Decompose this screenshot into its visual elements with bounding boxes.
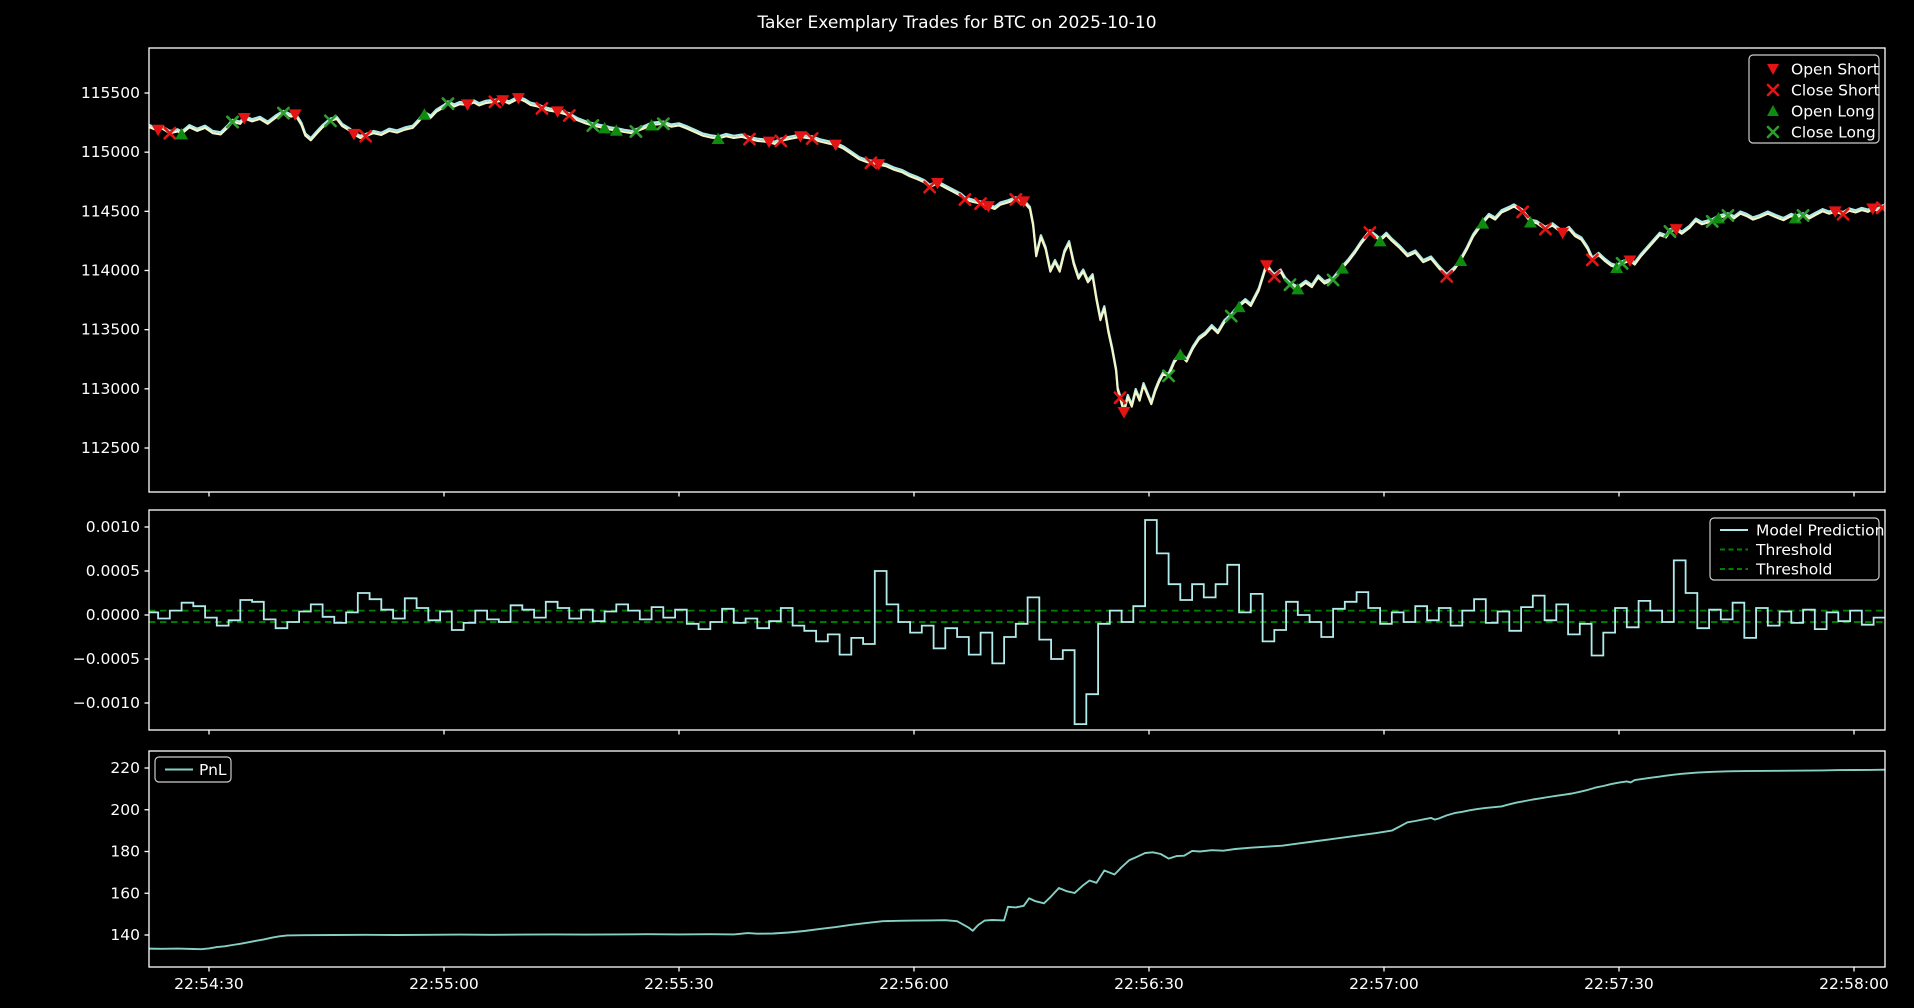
open-long-marker <box>1454 254 1468 266</box>
y-axis-tick-label: 115000 <box>81 143 140 161</box>
x-axis-tick-label: 22:56:00 <box>879 975 949 993</box>
legend-label: Open Short <box>1791 61 1879 79</box>
y-axis-tick-label: 0.0005 <box>86 562 140 580</box>
x-axis-tick-label: 22:57:00 <box>1349 975 1419 993</box>
close-short-marker <box>1538 222 1552 236</box>
y-axis-tick-label: 200 <box>110 801 140 819</box>
price-shadow-line <box>149 95 1885 412</box>
y-axis-tick-label: 114000 <box>81 261 140 279</box>
figure: Taker Exemplary Trades for BTC on 2025-1… <box>0 0 1914 1008</box>
x-axis-tick-label: 22:56:30 <box>1114 975 1184 993</box>
legend-label: Close Long <box>1791 124 1876 142</box>
legend-label: Threshold <box>1755 561 1832 579</box>
open-short-marker <box>151 124 165 137</box>
prediction-panel <box>149 519 1885 725</box>
legend-label: Open Long <box>1791 103 1875 121</box>
x-axis-tick-label: 22:54:30 <box>174 975 244 993</box>
price-panel <box>149 93 1885 419</box>
x-axis-tick-label: 22:55:00 <box>409 975 479 993</box>
legend-trades: Open Short Close Short Open Long Close Long <box>1748 54 1880 144</box>
panel-frame <box>148 509 1886 731</box>
y-axis-tick-label: 113000 <box>81 380 140 398</box>
close-short-marker <box>1516 205 1530 219</box>
open-short-marker <box>1556 227 1570 240</box>
legend-label: Model Prediction <box>1756 522 1884 540</box>
y-axis-tick-label: 113500 <box>81 321 140 339</box>
x-axis-tick-label: 22:58:00 <box>1819 975 1889 993</box>
y-axis-tick-label: 140 <box>110 926 140 944</box>
open-long-marker <box>1173 348 1187 361</box>
legend-prediction: Model PredictionThresholdThreshold <box>1709 517 1884 581</box>
y-axis-tick-label: 112500 <box>81 439 140 457</box>
legend-label: Close Short <box>1791 82 1880 100</box>
pnl-panel <box>149 768 1885 951</box>
y-axis-tick-label: −0.0010 <box>73 694 140 712</box>
chart-svg: 115500 115000 114500 114000 113500 113000 1125… <box>73 47 1889 993</box>
legend-label: PnL <box>199 761 227 779</box>
y-axis-tick-label: 220 <box>110 759 140 777</box>
open-short-marker <box>1117 406 1131 419</box>
y-axis-tick-label: −0.0005 <box>73 650 140 668</box>
pnl-line <box>149 768 1885 951</box>
y-axis-tick-label: 115500 <box>81 84 140 102</box>
x-axis-tick-label: 22:57:30 <box>1584 975 1654 993</box>
y-axis-tick-label: 0.0010 <box>86 518 140 536</box>
legend-label: Threshold <box>1755 541 1832 559</box>
x-axis-tick-label: 22:55:30 <box>644 975 714 993</box>
y-axis-tick-label: 160 <box>110 884 140 902</box>
panel-frame <box>148 47 1886 493</box>
y-axis-tick-label: 180 <box>110 843 140 861</box>
y-axis-tick-label: 114500 <box>81 202 140 220</box>
y-axis-tick-label: 0.0000 <box>86 606 140 624</box>
close-short-marker <box>1836 207 1850 221</box>
legend-pnl: PnL <box>154 756 232 783</box>
trade-markers <box>151 93 1885 419</box>
